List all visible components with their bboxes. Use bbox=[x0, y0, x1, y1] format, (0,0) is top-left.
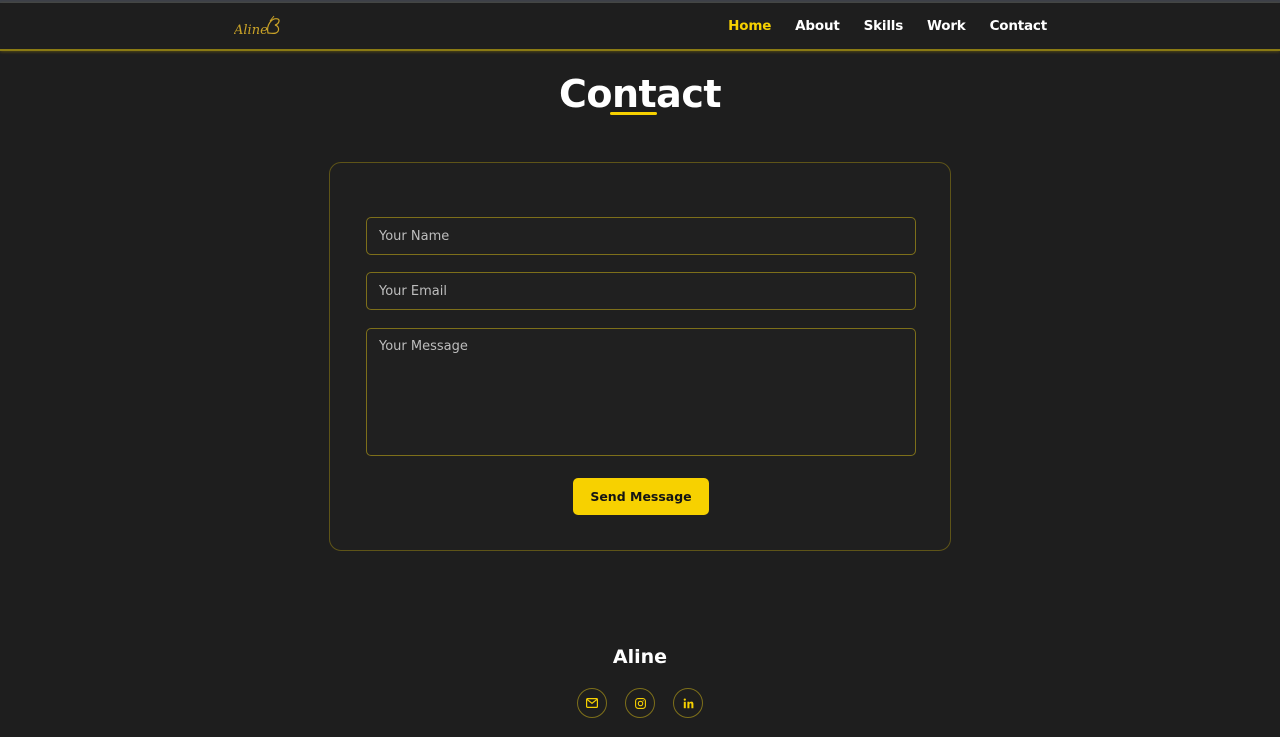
page-title-text: Contact bbox=[558, 72, 722, 116]
page-title: Contact bbox=[558, 72, 722, 116]
linkedin-icon bbox=[683, 698, 693, 708]
linkedin-link[interactable] bbox=[673, 688, 703, 718]
nav-item-work[interactable]: Work bbox=[927, 18, 966, 34]
nav-item-home[interactable]: Home bbox=[728, 18, 771, 34]
email-input[interactable] bbox=[366, 272, 916, 310]
nav-item-about[interactable]: About bbox=[795, 18, 840, 34]
page-title-wrap: Contact bbox=[0, 72, 1280, 116]
footer-name: Aline bbox=[612, 646, 668, 668]
contact-form: Send Message bbox=[329, 162, 951, 551]
nav-item-contact[interactable]: Contact bbox=[990, 18, 1048, 34]
title-underline bbox=[609, 112, 657, 115]
nav-links: Home About Skills Work Contact bbox=[728, 18, 1047, 34]
email-link[interactable] bbox=[577, 688, 607, 718]
social-links bbox=[577, 688, 703, 718]
svg-text:Aline: Aline bbox=[234, 23, 268, 38]
instagram-icon bbox=[634, 697, 646, 709]
name-input[interactable] bbox=[366, 217, 916, 255]
nav-item-skills[interactable]: Skills bbox=[864, 18, 904, 34]
logo[interactable]: Aline bbox=[233, 13, 282, 41]
navbar: Aline Home About Skills Work Contact bbox=[0, 3, 1280, 51]
instagram-link[interactable] bbox=[625, 688, 655, 718]
message-textarea[interactable] bbox=[366, 328, 916, 456]
send-message-button[interactable]: Send Message bbox=[573, 478, 709, 515]
mail-icon bbox=[586, 698, 598, 708]
logo-icon: Aline bbox=[233, 15, 280, 38]
